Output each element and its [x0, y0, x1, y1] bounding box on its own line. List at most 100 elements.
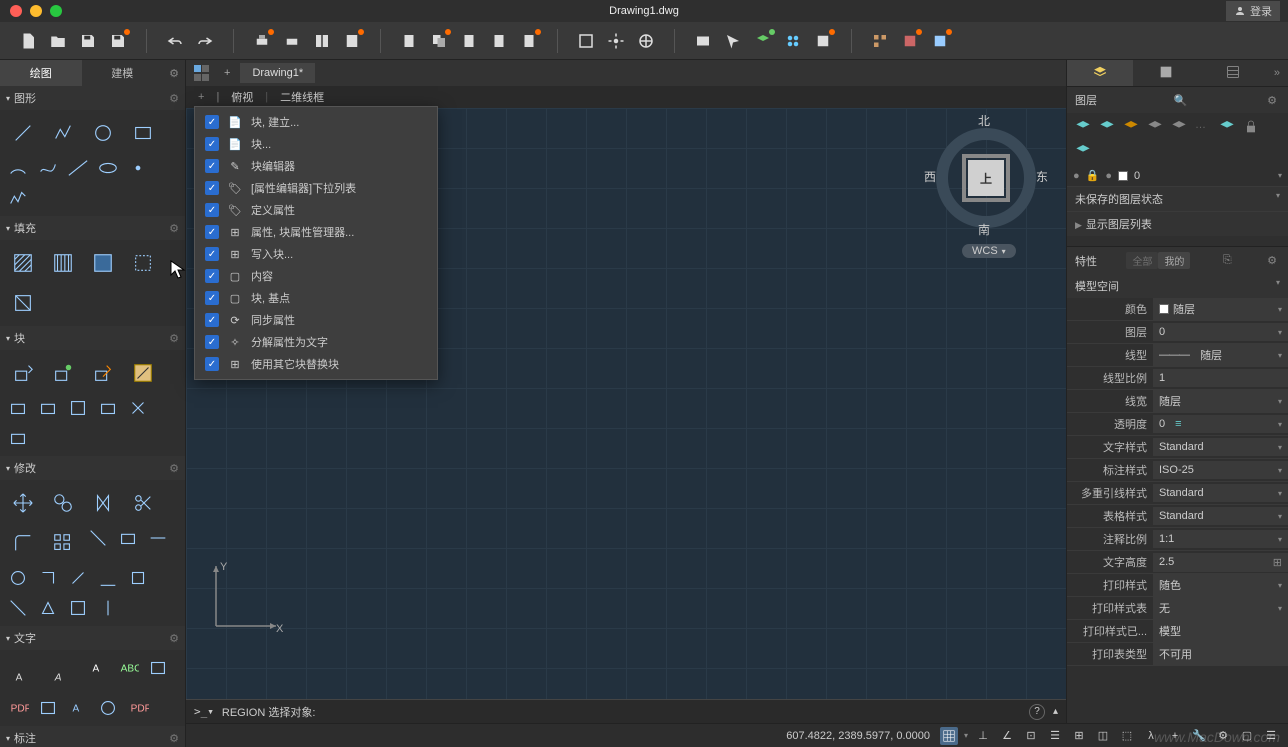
- ly-ic-1[interactable]: [1075, 119, 1091, 135]
- prop-layer-value[interactable]: 0▾: [1153, 323, 1288, 341]
- viewcube-south[interactable]: 南: [978, 221, 990, 238]
- print-preview-icon[interactable]: [282, 31, 302, 51]
- ctx-item-7[interactable]: ✓▢内容: [195, 265, 437, 287]
- fillet-tool[interactable]: [4, 524, 42, 562]
- mod-4[interactable]: [4, 564, 32, 592]
- ctx-item-6[interactable]: ✓⊞写入块...: [195, 243, 437, 265]
- props-gear-icon[interactable]: ⚙: [1264, 254, 1280, 267]
- grid-toggle-icon[interactable]: [194, 65, 210, 81]
- clipboard-2-icon[interactable]: [519, 31, 539, 51]
- ctx-item-1[interactable]: ✓📄块...: [195, 133, 437, 155]
- xref-icon[interactable]: [813, 31, 833, 51]
- tool-palette-icon[interactable]: [870, 31, 890, 51]
- new-file-icon[interactable]: [18, 31, 38, 51]
- mod-8[interactable]: [124, 564, 152, 592]
- trim-tool[interactable]: [124, 484, 162, 522]
- ctx-item-4[interactable]: ✓🏷定义属性: [195, 199, 437, 221]
- copy-tool[interactable]: [44, 484, 82, 522]
- blk-1[interactable]: [4, 394, 32, 422]
- mod-7[interactable]: [94, 564, 122, 592]
- rp-tab-layers[interactable]: [1067, 60, 1133, 87]
- layer-states-icon[interactable]: [783, 31, 803, 51]
- layer-name[interactable]: 0: [1134, 170, 1272, 182]
- block-insert[interactable]: [4, 354, 42, 392]
- cmd-caret-icon[interactable]: ▴: [1053, 706, 1058, 717]
- undo-icon[interactable]: [165, 31, 185, 51]
- viewcube-north[interactable]: 北: [978, 112, 990, 129]
- zoom-extents-icon[interactable]: [576, 31, 596, 51]
- clipboard-icon[interactable]: [489, 31, 509, 51]
- mod-1[interactable]: [84, 524, 112, 552]
- minimize-window[interactable]: [30, 5, 42, 17]
- blk-5[interactable]: [124, 394, 152, 422]
- prop-plottable-value[interactable]: 无▾: [1153, 597, 1288, 619]
- prop-tablestyle-value[interactable]: Standard▾: [1153, 507, 1288, 525]
- block-create[interactable]: [44, 354, 82, 392]
- section-modify[interactable]: ▾修改⚙: [0, 456, 185, 480]
- save-as-icon[interactable]: [108, 31, 128, 51]
- ly-ic-4[interactable]: [1147, 119, 1163, 135]
- layer-gear-icon[interactable]: ⚙: [1264, 94, 1280, 107]
- document-tab[interactable]: Drawing1*: [240, 63, 315, 83]
- txt-1[interactable]: A: [84, 654, 112, 682]
- mtext-tool[interactable]: A: [4, 654, 42, 692]
- sb-ic-4[interactable]: ☰: [1046, 727, 1064, 745]
- section-fill[interactable]: ▾填充⚙: [0, 216, 185, 240]
- sb-ic-1[interactable]: ⊥: [974, 727, 992, 745]
- viewcube-east[interactable]: 东: [1036, 168, 1048, 185]
- mirror-tool[interactable]: [84, 484, 122, 522]
- ctx-item-0[interactable]: ✓📄块, 建立...: [195, 111, 437, 133]
- section-block[interactable]: ▾块⚙: [0, 326, 185, 350]
- boundary-tool[interactable]: [84, 244, 122, 282]
- section-shapes[interactable]: ▾图形⚙: [0, 86, 185, 110]
- txt-8[interactable]: PDF: [124, 694, 152, 722]
- crumb-wireframe[interactable]: 二维线框: [276, 89, 328, 105]
- ly-ic-5[interactable]: [1171, 119, 1187, 135]
- txt-6[interactable]: A: [64, 694, 92, 722]
- layer-states-row[interactable]: 未保存的图层状态▾: [1067, 186, 1288, 211]
- viewcube[interactable]: 上 北 南 东 西 WCS▾: [926, 118, 1046, 258]
- save-icon[interactable]: [78, 31, 98, 51]
- ly-ic-7[interactable]: [1243, 119, 1259, 135]
- line-tool[interactable]: [4, 114, 42, 152]
- block-attr[interactable]: [124, 354, 162, 392]
- pan-icon[interactable]: [606, 31, 626, 51]
- prop-lineweight-value[interactable]: 随层▾: [1153, 390, 1288, 412]
- copy-icon[interactable]: [429, 31, 449, 51]
- paste-icon[interactable]: [459, 31, 479, 51]
- ctx-item-9[interactable]: ✓⟳同步属性: [195, 309, 437, 331]
- sb-ic-2[interactable]: ∠: [998, 727, 1016, 745]
- polyline-tool[interactable]: [44, 114, 82, 152]
- blk-3[interactable]: [64, 394, 92, 422]
- prop-color-value[interactable]: 随层▾: [1153, 298, 1288, 320]
- selection-space[interactable]: 模型空间▾: [1067, 274, 1288, 298]
- array-tool[interactable]: [44, 524, 82, 562]
- ellipse-tool[interactable]: [94, 154, 122, 182]
- layer-new-icon[interactable]: [753, 31, 773, 51]
- sb-ic-5[interactable]: ⊞: [1070, 727, 1088, 745]
- maximize-window[interactable]: [50, 5, 62, 17]
- prop-transparency-value[interactable]: 0≡▾: [1153, 415, 1288, 433]
- spline-tool[interactable]: [34, 154, 62, 182]
- txt-2[interactable]: ABC: [114, 654, 142, 682]
- mod-12[interactable]: [94, 594, 122, 622]
- viewcube-top[interactable]: 上: [968, 160, 1004, 196]
- rect-tool[interactable]: [124, 114, 162, 152]
- print-icon[interactable]: [252, 31, 272, 51]
- tab-draw[interactable]: 绘图: [0, 60, 82, 87]
- login-button[interactable]: 登录: [1226, 1, 1280, 21]
- prop-dimstyle-value[interactable]: ISO-25▾: [1153, 461, 1288, 479]
- txt-4[interactable]: PDF: [4, 694, 32, 722]
- sb-ic-7[interactable]: ⬚: [1118, 727, 1136, 745]
- prop-textheight-value[interactable]: 2.5⊞: [1153, 553, 1288, 572]
- layer-visibility-icon[interactable]: ●: [1073, 170, 1080, 182]
- rp-tab-2[interactable]: [1133, 59, 1199, 88]
- props-icon-1[interactable]: ⎘: [1220, 254, 1235, 267]
- orbit-icon[interactable]: [636, 31, 656, 51]
- ctx-item-3[interactable]: ✓🏷[属性编辑器]下拉列表: [195, 177, 437, 199]
- selection-icon[interactable]: [723, 31, 743, 51]
- ctx-item-2[interactable]: ✓✎块编辑器: [195, 155, 437, 177]
- crumb-view[interactable]: 俯视: [227, 89, 257, 105]
- ly-ic-2[interactable]: [1099, 119, 1115, 135]
- grid-snap-icon[interactable]: [940, 727, 958, 745]
